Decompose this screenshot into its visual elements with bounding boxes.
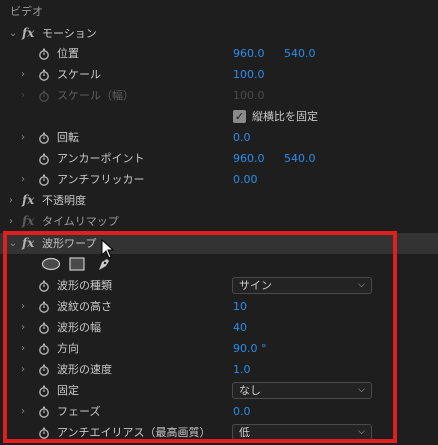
mouse-cursor-icon <box>101 239 115 259</box>
fx-icon[interactable]: fx <box>22 23 34 44</box>
expand-chevron-icon[interactable]: › <box>6 190 16 211</box>
chevron-down-icon: ⌵ <box>358 427 365 437</box>
stopwatch-icon[interactable] <box>38 406 50 418</box>
anchor-point-row: アンカーポイント 960.0 540.0 <box>0 148 438 169</box>
expand-chevron-icon: › <box>21 90 25 101</box>
wave-speed-label: 波形の速度 <box>57 363 112 376</box>
mask-tools-row <box>0 254 438 275</box>
phase-label: フェーズ <box>57 405 101 418</box>
wave-type-selected: サイン <box>239 279 272 292</box>
wave-warp-effect-row[interactable]: ⌄ fx 波形ワープ <box>0 233 438 254</box>
wave-height-label: 波紋の高さ <box>57 300 112 313</box>
rotation-label: 回転 <box>57 131 79 144</box>
pinning-label: 固定 <box>57 384 79 397</box>
collapse-chevron-icon[interactable]: ⌄ <box>8 23 18 44</box>
expand-chevron-icon[interactable]: › <box>18 169 28 190</box>
wave-height-row: › 波紋の高さ 10 <box>0 296 438 317</box>
scale-width-value: 100.0 <box>233 89 265 102</box>
anchor-point-label: アンカーポイント <box>57 152 145 165</box>
position-row: 位置 960.0 540.0 <box>0 43 438 64</box>
scale-row: › スケール 100.0 <box>0 64 438 85</box>
stopwatch-icon[interactable] <box>38 343 50 355</box>
wave-type-row: 波形の種類 サイン ⌵ <box>0 275 438 296</box>
antialias-selected: 低 <box>239 426 250 439</box>
phase-value[interactable]: 0.0 <box>233 401 251 422</box>
stopwatch-icon[interactable] <box>38 69 50 81</box>
antialias-dropdown[interactable]: 低 ⌵ <box>232 424 372 441</box>
antiflicker-label: アンチフリッカー <box>57 173 145 186</box>
rotation-row: › 回転 0.0 <box>0 127 438 148</box>
rectangle-mask-icon[interactable] <box>69 257 85 271</box>
wave-width-row: › 波形の幅 40 <box>0 317 438 338</box>
antiflicker-value[interactable]: 0.00 <box>233 169 258 190</box>
uniform-scale-checkbox[interactable]: ✓ <box>233 110 246 123</box>
expand-chevron-icon[interactable]: › <box>18 64 28 85</box>
stopwatch-icon[interactable] <box>38 132 50 144</box>
wave-width-value[interactable]: 40 <box>233 317 247 338</box>
fx-icon[interactable]: fx <box>22 190 34 211</box>
fx-icon[interactable]: fx <box>22 233 34 254</box>
antialias-label: アンチエイリアス（最高画質） <box>57 426 211 439</box>
stopwatch-icon <box>39 90 49 102</box>
wave-speed-row: › 波形の速度 1.0 <box>0 359 438 380</box>
stopwatch-icon[interactable] <box>38 322 50 334</box>
pinning-row: 固定 なし ⌵ <box>0 380 438 401</box>
pinning-selected: なし <box>239 384 261 397</box>
direction-row: › 方向 90.0 ° <box>0 338 438 359</box>
anchor-x-value[interactable]: 960.0 <box>233 148 265 169</box>
rotation-value[interactable]: 0.0 <box>233 127 251 148</box>
phase-row: › フェーズ 0.0 <box>0 401 438 422</box>
chevron-down-icon: ⌵ <box>358 280 365 290</box>
uniform-scale-label: 縦横比を固定 <box>252 110 318 123</box>
wave-type-label: 波形の種類 <box>57 279 112 292</box>
expand-chevron-icon[interactable]: › <box>6 211 16 232</box>
scale-label: スケール <box>57 68 101 81</box>
expand-chevron-icon[interactable]: › <box>18 127 28 148</box>
stopwatch-icon[interactable] <box>38 301 50 313</box>
chevron-down-icon: ⌵ <box>358 385 365 395</box>
stopwatch-icon[interactable] <box>38 174 50 186</box>
stopwatch-icon[interactable] <box>38 427 50 439</box>
wave-height-value[interactable]: 10 <box>233 296 247 317</box>
fx-icon: fx <box>22 214 35 228</box>
effect-controls-panel: ビデオ ⌄ fx モーション 位置 960.0 540.0 › スケール 100… <box>0 0 438 445</box>
time-remap-effect-row[interactable]: › fx タイムリマップ <box>0 211 438 232</box>
motion-label: モーション <box>42 27 97 40</box>
stopwatch-icon[interactable] <box>38 153 50 165</box>
opacity-effect-row[interactable]: › fx 不透明度 <box>0 190 438 211</box>
scale-width-row: › スケール（幅） 100.0 <box>0 85 438 106</box>
pinning-dropdown[interactable]: なし ⌵ <box>232 382 372 399</box>
position-y-value[interactable]: 540.0 <box>284 43 316 64</box>
video-section-header: ビデオ <box>10 5 43 18</box>
stopwatch-icon[interactable] <box>38 280 50 292</box>
wave-warp-label: 波形ワープ <box>42 237 97 250</box>
antiflicker-row: › アンチフリッカー 0.00 <box>0 169 438 190</box>
direction-label: 方向 <box>57 342 79 355</box>
direction-value[interactable]: 90.0 ° <box>233 338 267 359</box>
stopwatch-icon[interactable] <box>38 385 50 397</box>
anchor-y-value[interactable]: 540.0 <box>284 148 316 169</box>
expand-chevron-icon[interactable]: › <box>18 359 28 380</box>
stopwatch-icon[interactable] <box>38 364 50 376</box>
stopwatch-icon[interactable] <box>38 48 50 60</box>
expand-chevron-icon[interactable]: › <box>18 338 28 359</box>
opacity-label: 不透明度 <box>42 194 86 207</box>
scale-value[interactable]: 100.0 <box>233 64 265 85</box>
wave-type-dropdown[interactable]: サイン ⌵ <box>232 277 372 294</box>
scale-width-label: スケール（幅） <box>57 89 134 102</box>
uniform-scale-row: ✓ 縦横比を固定 <box>0 106 438 127</box>
expand-chevron-icon[interactable]: › <box>18 296 28 317</box>
wave-width-label: 波形の幅 <box>57 321 101 334</box>
collapse-chevron-icon[interactable]: ⌄ <box>8 233 18 254</box>
expand-chevron-icon[interactable]: › <box>18 317 28 338</box>
wave-speed-value[interactable]: 1.0 <box>233 359 251 380</box>
expand-chevron-icon[interactable]: › <box>18 401 28 422</box>
time-remap-label: タイムリマップ <box>42 215 119 228</box>
ellipse-mask-icon[interactable] <box>41 257 61 271</box>
position-label: 位置 <box>57 47 79 60</box>
position-x-value[interactable]: 960.0 <box>233 43 265 64</box>
motion-effect-row[interactable]: ⌄ fx モーション <box>0 23 438 44</box>
antialias-row: アンチエイリアス（最高画質） 低 ⌵ <box>0 422 438 443</box>
